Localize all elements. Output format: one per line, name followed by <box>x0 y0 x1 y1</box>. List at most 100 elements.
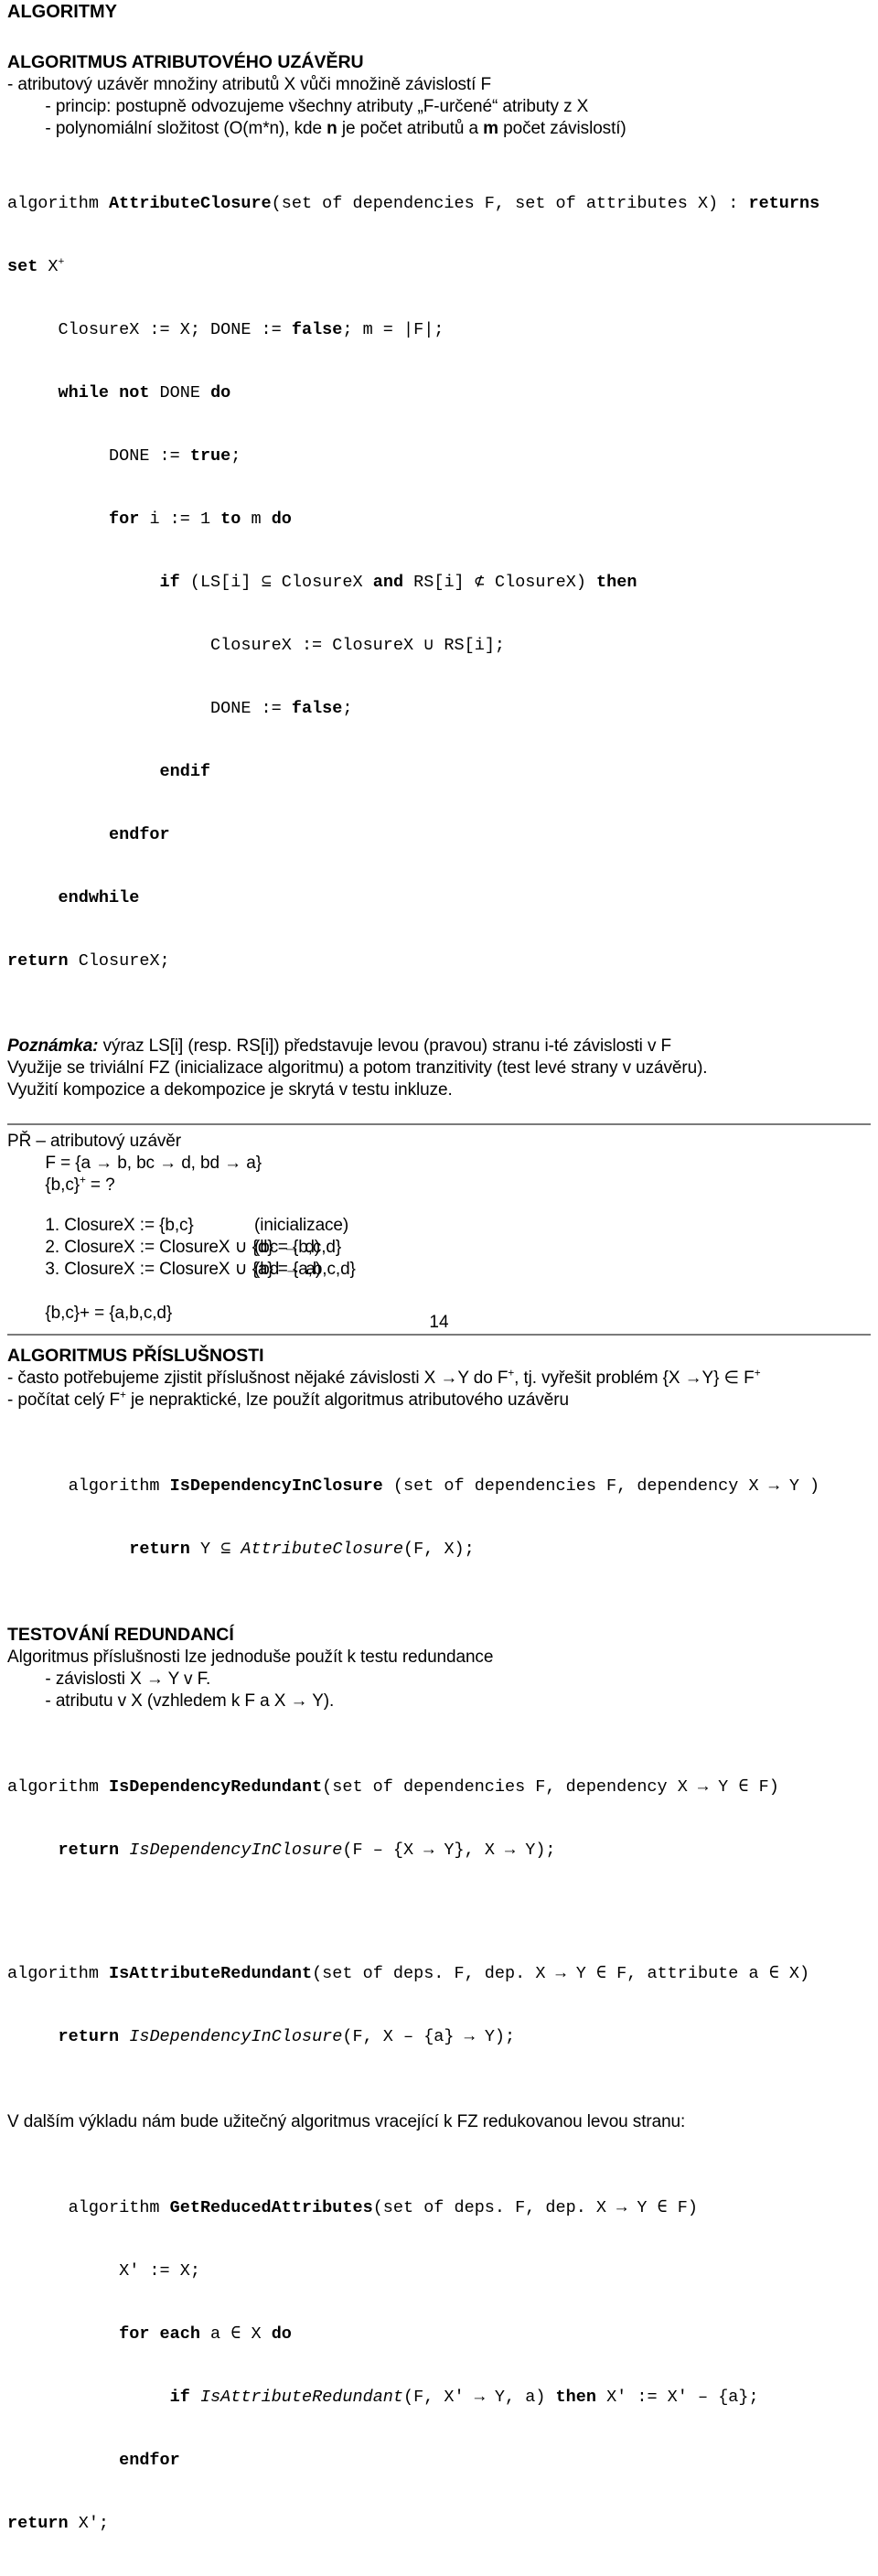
algorithm-signature: (set of deps. F, dep. X → Y ∈ F, attribu… <box>312 1964 810 1983</box>
bullet3-part-c: počet závislostí) <box>498 119 626 138</box>
section3-line-3: - atributu v X (vzhledem k F a X → Y). <box>7 1691 335 1711</box>
algorithm-name: GetReducedAttributes <box>169 2198 373 2217</box>
section3-line-1: Algoritmus příslušnosti lze jednoduše po… <box>7 1648 494 1667</box>
loop-bound: m <box>241 510 272 529</box>
outro-text: V dalším výkladu nám bude užitečný algor… <box>7 2112 686 2131</box>
return-value: ClosureX; <box>68 951 170 971</box>
code-line-1: algorithm GetReducedAttributes(set of de… <box>7 2197 871 2218</box>
code-line-4: if IsAttributeRedundant(F, X′ → Y, a) th… <box>7 2387 871 2408</box>
section1-bullet-3: - polynomiální složitost (O(m*n), kde n … <box>7 118 871 140</box>
algorithm-attribute-closure: algorithm AttributeClosure(set of depend… <box>7 151 871 1014</box>
code-line-4: while not DONE do <box>7 382 871 403</box>
code-line-1: algorithm IsDependencyRedundant(set of d… <box>7 1776 871 1798</box>
kw-do: do <box>271 2324 292 2344</box>
stmt-done-true: DONE := <box>7 446 190 466</box>
code-line-5: DONE := true; <box>7 445 871 467</box>
algorithm-get-reduced-attributes: algorithm GetReducedAttributes(set of de… <box>7 2155 871 2576</box>
section2-line-1-b: , tj. vyřešit problém {X →Y} ∈ F <box>514 1368 755 1388</box>
bullet3-var-m: m <box>483 119 498 138</box>
cond-right: RS[i] ⊄ ClosureX) <box>403 573 597 592</box>
kw-if: if <box>169 2388 190 2407</box>
call-args: (F – {X → Y}, X → Y); <box>342 1841 556 1860</box>
note-line-3: Využití kompozice a dekompozice je skryt… <box>7 1080 453 1100</box>
semicolon: ; <box>230 446 241 466</box>
example-step-1-text: 1. ClosureX := {b,c} <box>7 1216 194 1235</box>
kw-for: for <box>109 510 140 529</box>
algorithm-name: IsAttributeRedundant <box>109 1964 313 1983</box>
algorithm-signature: (set of dependencies F, dependency X → Y… <box>322 1777 779 1797</box>
bullet3-part-a: - polynomiální složitost (O(m*n), kde <box>7 119 327 138</box>
return-value: X′; <box>68 2514 110 2533</box>
kw-if: if <box>159 573 180 592</box>
kw-for-each: for each <box>119 2324 200 2344</box>
code-line-2: return Y ⊆ AttributeClosure(F, X); <box>7 1539 871 1560</box>
page-number: 14 <box>429 1313 449 1332</box>
section1-bullet-1: - atributový uzávěr množiny atributů X v… <box>7 75 491 94</box>
call-args: (F, X′ → Y, a) <box>403 2388 556 2407</box>
stmt-init-tail: ; m = |F|; <box>342 320 444 339</box>
example-question: {b,c}+ = ? <box>7 1175 871 1197</box>
return-type: X <box>37 257 59 276</box>
code-line-11: endfor <box>7 824 871 845</box>
code-line-10: endif <box>7 761 871 782</box>
code-line-6: return X′; <box>7 2513 871 2534</box>
section2-line-1: - často potřebujeme zjistit příslušnost … <box>7 1368 871 1390</box>
example-step-2: 2. ClosureX := ClosureX ∪ {d} = {b,c,d}(… <box>7 1237 871 1259</box>
code-line-3: ClosureX := X; DONE := false; m = |F|; <box>7 319 871 340</box>
section-heading-redundancy-testing: TESTOVÁNÍ REDUNDANCÍ <box>7 1625 234 1645</box>
section-heading-attribute-closure: ALGORITMUS ATRIBUTOVÉHO UZÁVĚRU <box>7 52 364 72</box>
kw-then: then <box>555 2388 596 2407</box>
example-step-1-comment: (inicializace) <box>254 1216 349 1235</box>
plus-superscript: + <box>58 255 65 268</box>
section3-line-2: - závislosti X → Y v F. <box>7 1669 211 1689</box>
example-question-set: {b,c} <box>7 1175 80 1195</box>
kw-algorithm: algorithm <box>7 1964 110 1983</box>
code-line-7: if (LS[i] ⊆ ClosureX and RS[i] ⊄ Closure… <box>7 572 871 593</box>
kw-to: to <box>220 510 241 529</box>
semicolon: ; <box>342 699 353 718</box>
section2-line-1-a: - často potřebujeme zjistit příslušnost … <box>7 1368 509 1388</box>
code-line-1: algorithm IsAttributeRedundant(set of de… <box>7 1963 871 1984</box>
note-line-1-text: výraz LS[i] (resp. RS[i]) představuje le… <box>98 1036 672 1056</box>
kw-algorithm: algorithm <box>7 1777 110 1797</box>
kw-algorithm: algorithm <box>7 194 110 213</box>
kw-then: then <box>596 573 637 592</box>
section2-line-2-a: - počítat celý F <box>7 1390 120 1410</box>
plus-superscript: + <box>79 1174 86 1186</box>
call-is-dependency-in-closure: IsDependencyInClosure <box>129 2027 343 2046</box>
algorithm-signature: (set of dependencies F, dependency X → Y… <box>382 1476 820 1496</box>
note-line-1: Poznámka: výraz LS[i] (resp. RS[i]) před… <box>7 1036 871 1057</box>
example-heading: PŘ – atributový uzávěr <box>7 1132 181 1151</box>
algorithm-name: AttributeClosure <box>109 194 272 213</box>
kw-return: return <box>58 1841 120 1860</box>
kw-do: do <box>210 383 231 402</box>
kw-algorithm: algorithm <box>7 2198 170 2217</box>
plus-superscript: + <box>508 1367 515 1379</box>
kw-return: return <box>129 1540 190 1559</box>
example-question-tail: = ? <box>85 1175 115 1195</box>
kw-return: return <box>7 2514 69 2533</box>
cond-left: (LS[i] ⊆ ClosureX <box>179 573 373 592</box>
kw-endif: endif <box>7 762 211 781</box>
code-line-1: algorithm IsDependencyInClosure (set of … <box>7 1476 871 1497</box>
plus-superscript: + <box>754 1367 761 1379</box>
note-label: Poznámka: <box>7 1036 99 1056</box>
kw-false: false <box>291 320 343 339</box>
kw-true: true <box>189 446 231 466</box>
kw-while-not: while not <box>58 383 150 402</box>
kw-algorithm: algorithm <box>7 1476 170 1496</box>
kw-do: do <box>271 510 292 529</box>
loop-init: i := 1 <box>139 510 221 529</box>
bullet3-var-n: n <box>327 119 337 138</box>
example-given: F = {a → b, bc → d, bd → a} <box>7 1154 262 1173</box>
plus-superscript: + <box>120 1389 126 1401</box>
example-step-3: 3. ClosureX := ClosureX ∪ {a} = {a,b,c,d… <box>7 1259 871 1281</box>
code-line-6: for i := 1 to m do <box>7 509 871 530</box>
code-line-9: DONE := false; <box>7 698 871 719</box>
